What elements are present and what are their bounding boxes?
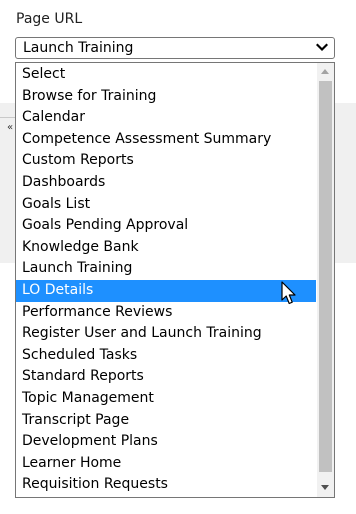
chevron-down-icon	[316, 43, 328, 52]
option-standard-reports[interactable]: Standard Reports	[16, 366, 316, 388]
option-lo-details[interactable]: LO Details	[16, 279, 316, 302]
option-launch-training[interactable]: Launch Training	[16, 258, 316, 280]
dropdown-options: Select Browse for Training Calendar Compete…	[16, 64, 316, 496]
option-select[interactable]: Select	[16, 64, 316, 86]
option-dashboards[interactable]: Dashboards	[16, 172, 316, 194]
option-requisition-requests[interactable]: Requisition Requests	[16, 474, 316, 496]
option-competence-assessment-summary[interactable]: Competence Assessment Summary	[16, 129, 316, 151]
option-development-plans[interactable]: Development Plans	[16, 431, 316, 453]
option-performance-reviews[interactable]: Performance Reviews	[16, 302, 316, 324]
option-browse-for-training[interactable]: Browse for Training	[16, 86, 316, 108]
page-url-dropdown-list: Select Browse for Training Calendar Compete…	[15, 62, 335, 498]
selected-value: Launch Training	[23, 40, 134, 56]
scroll-up-arrow-icon[interactable]	[321, 69, 329, 74]
option-scheduled-tasks[interactable]: Scheduled Tasks	[16, 345, 316, 367]
option-register-user-and-launch-training[interactable]: Register User and Launch Training	[16, 323, 316, 345]
page-url-select[interactable]: Launch Training	[15, 37, 335, 59]
option-goals-list[interactable]: Goals List	[16, 194, 316, 216]
option-transcript-page[interactable]: Transcript Page	[16, 410, 316, 432]
page-url-label: Page URL	[16, 11, 83, 27]
mouse-pointer-icon	[281, 281, 296, 305]
option-learner-home[interactable]: Learner Home	[16, 453, 316, 475]
background-partial-text: «	[7, 122, 14, 133]
dropdown-scrollbar[interactable]	[317, 63, 334, 497]
option-custom-reports[interactable]: Custom Reports	[16, 150, 316, 172]
option-calendar[interactable]: Calendar	[16, 107, 316, 129]
option-knowledge-bank[interactable]: Knowledge Bank	[16, 237, 316, 259]
scroll-down-arrow-icon[interactable]	[321, 485, 329, 490]
scrollbar-thumb[interactable]	[319, 81, 332, 472]
option-goals-pending-approval[interactable]: Goals Pending Approval	[16, 215, 316, 237]
option-topic-management[interactable]: Topic Management	[16, 388, 316, 410]
